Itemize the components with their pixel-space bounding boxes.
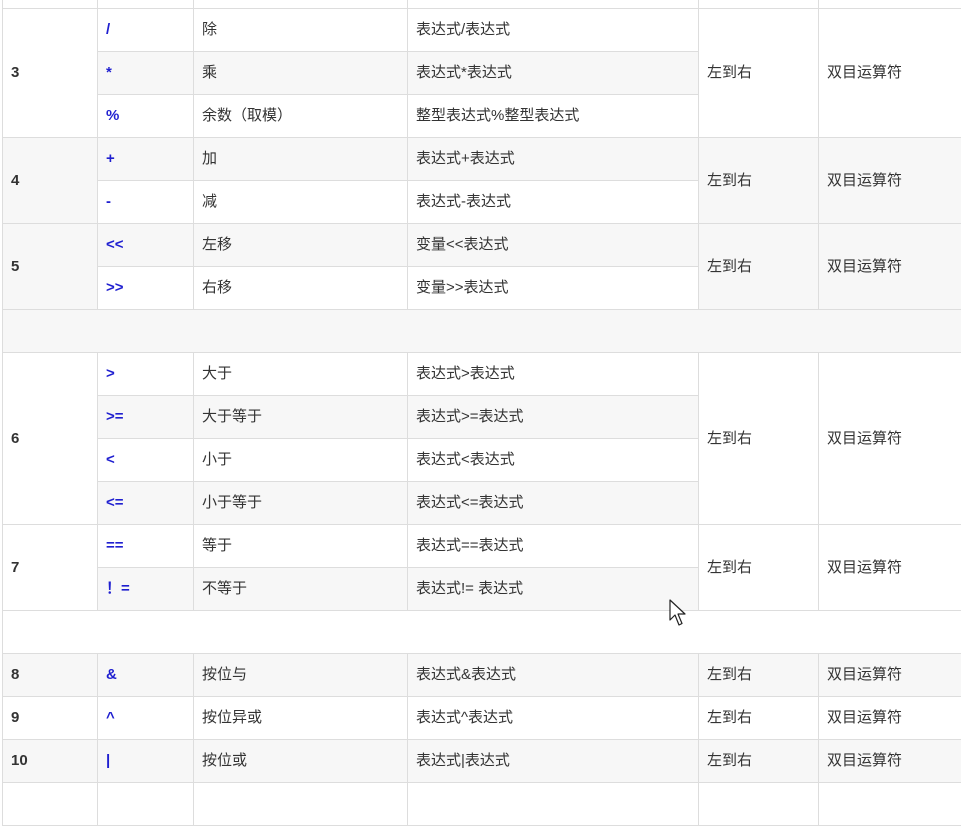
- operator-name: 除: [194, 9, 408, 52]
- separator-cell: [3, 611, 961, 654]
- associativity: 左到右: [699, 353, 819, 525]
- table-row: 4 + 加 表达式+表达式 左到右 双目运算符: [3, 138, 961, 181]
- table-cell: [194, 0, 408, 9]
- operator-type: 双目运算符: [819, 353, 961, 525]
- operator-name: 按位与: [194, 654, 408, 697]
- table-row: 7 == 等于 表达式==表达式 左到右 双目运算符: [3, 525, 961, 568]
- usage-form: 表达式>表达式: [408, 353, 699, 396]
- separator-row: [3, 310, 961, 353]
- usage-form: 表达式!= 表达式: [408, 568, 699, 611]
- operator-symbol: |: [98, 740, 194, 783]
- table-row: 6 > 大于 表达式>表达式 左到右 双目运算符: [3, 353, 961, 396]
- usage-form: 表达式-表达式: [408, 181, 699, 224]
- operator-symbol: *: [98, 52, 194, 95]
- usage-form: 表达式+表达式: [408, 138, 699, 181]
- operator-name: 减: [194, 181, 408, 224]
- associativity: 左到右: [699, 697, 819, 740]
- operator-name: 乘: [194, 52, 408, 95]
- operator-symbol: %: [98, 95, 194, 138]
- usage-form: 表达式>=表达式: [408, 396, 699, 439]
- operator-name: 大于等于: [194, 396, 408, 439]
- operator-name: 加: [194, 138, 408, 181]
- precedence-level: 4: [3, 138, 98, 224]
- separator-cell: [3, 310, 961, 353]
- table-cell: [699, 0, 819, 9]
- operator-type: 双目运算符: [819, 138, 961, 224]
- usage-form: 表达式^表达式: [408, 697, 699, 740]
- operator-symbol: ！=: [98, 568, 194, 611]
- operator-name: 小于: [194, 439, 408, 482]
- precedence-level: 6: [3, 353, 98, 525]
- usage-form: 整型表达式%整型表达式: [408, 95, 699, 138]
- operator-name: 按位异或: [194, 697, 408, 740]
- operator-type: 双目运算符: [819, 740, 961, 783]
- operator-name: 右移: [194, 267, 408, 310]
- operator-type: 双目运算符: [819, 697, 961, 740]
- operator-type: 双目运算符: [819, 654, 961, 697]
- operator-type: 双目运算符: [819, 224, 961, 310]
- operator-precedence-table: 3 / 除 表达式/表达式 左到右 双目运算符 * 乘 表达式*表达式 % 余数…: [2, 0, 961, 826]
- associativity: 左到右: [699, 525, 819, 611]
- usage-form: 表达式*表达式: [408, 52, 699, 95]
- precedence-level: 7: [3, 525, 98, 611]
- operator-name: 左移: [194, 224, 408, 267]
- usage-form: 变量>>表达式: [408, 267, 699, 310]
- table-row: 9 ^ 按位异或 表达式^表达式 左到右 双目运算符: [3, 697, 961, 740]
- associativity: 左到右: [699, 9, 819, 138]
- table-cell: [3, 0, 98, 9]
- associativity: 左到右: [699, 740, 819, 783]
- operator-symbol: &: [98, 654, 194, 697]
- table-row: 3 / 除 表达式/表达式 左到右 双目运算符: [3, 9, 961, 52]
- operator-symbol: <: [98, 439, 194, 482]
- associativity: 左到右: [699, 654, 819, 697]
- usage-form: 变量<<表达式: [408, 224, 699, 267]
- mouse-pointer-icon: [669, 599, 689, 629]
- operator-symbol: >>: [98, 267, 194, 310]
- usage-form: 表达式<=表达式: [408, 482, 699, 525]
- precedence-level: 5: [3, 224, 98, 310]
- usage-form: 表达式/表达式: [408, 9, 699, 52]
- usage-form: 表达式|表达式: [408, 740, 699, 783]
- table-row: [3, 0, 961, 9]
- associativity: 左到右: [699, 138, 819, 224]
- operator-name: 按位或: [194, 740, 408, 783]
- precedence-level: 8: [3, 654, 98, 697]
- usage-form: 表达式<表达式: [408, 439, 699, 482]
- operator-name: 余数（取模）: [194, 95, 408, 138]
- operator-name: 不等于: [194, 568, 408, 611]
- operator-symbol: <=: [98, 482, 194, 525]
- operator-symbol: ==: [98, 525, 194, 568]
- operator-name: 大于: [194, 353, 408, 396]
- operator-symbol: >=: [98, 396, 194, 439]
- precedence-level: 3: [3, 9, 98, 138]
- operator-symbol: +: [98, 138, 194, 181]
- separator-row: [3, 611, 961, 654]
- operator-symbol: -: [98, 181, 194, 224]
- table-cell: [98, 0, 194, 9]
- table-cell: [408, 0, 699, 9]
- operator-type: 双目运算符: [819, 525, 961, 611]
- table-row: 10 | 按位或 表达式|表达式 左到右 双目运算符: [3, 740, 961, 783]
- precedence-level: 10: [3, 740, 98, 783]
- operator-name: 等于: [194, 525, 408, 568]
- precedence-level: 9: [3, 697, 98, 740]
- operator-name: 小于等于: [194, 482, 408, 525]
- operator-symbol: <<: [98, 224, 194, 267]
- table-row: 5 << 左移 变量<<表达式 左到右 双目运算符: [3, 224, 961, 267]
- operator-symbol: >: [98, 353, 194, 396]
- table-row: 8 & 按位与 表达式&表达式 左到右 双目运算符: [3, 654, 961, 697]
- usage-form: 表达式&表达式: [408, 654, 699, 697]
- usage-form: 表达式==表达式: [408, 525, 699, 568]
- operator-symbol: /: [98, 9, 194, 52]
- table-cell: [819, 0, 961, 9]
- operator-type: 双目运算符: [819, 9, 961, 138]
- operator-symbol: ^: [98, 697, 194, 740]
- associativity: 左到右: [699, 224, 819, 310]
